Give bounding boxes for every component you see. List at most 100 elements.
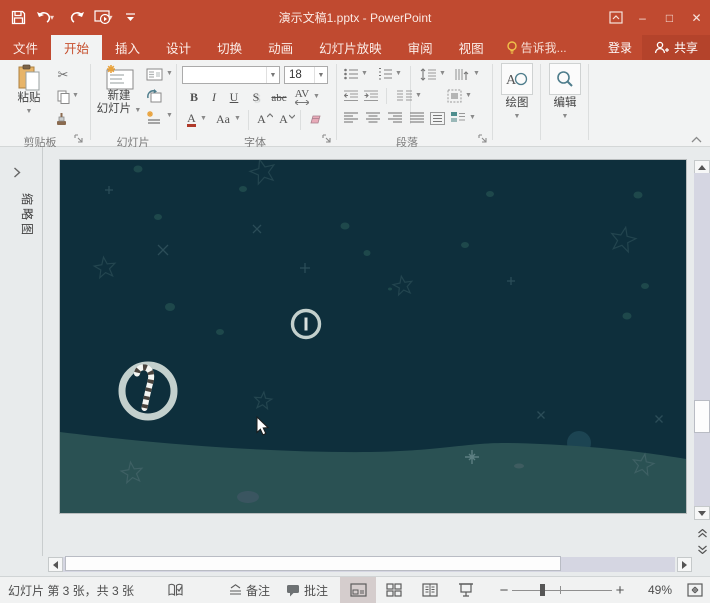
- tab-view[interactable]: 视图: [446, 35, 497, 60]
- strikethrough-button[interactable]: abc: [268, 89, 290, 106]
- font-size-combo[interactable]: 18 ▼: [284, 66, 328, 84]
- line-spacing-caret[interactable]: ▼: [439, 70, 446, 77]
- tab-insert[interactable]: 插入: [102, 35, 153, 60]
- text-direction-button[interactable]: [452, 66, 472, 82]
- scroll-left-button[interactable]: [48, 557, 63, 572]
- customize-qat-button[interactable]: [122, 6, 138, 30]
- bold-button[interactable]: B: [186, 89, 202, 106]
- bullets-caret[interactable]: ▼: [361, 70, 368, 77]
- slide-number-indicator[interactable]: 幻灯片 第 3 张，共 3 张: [0, 577, 142, 603]
- horizontal-scrollbar-thumb[interactable]: [65, 556, 561, 571]
- change-case-caret[interactable]: ▼: [234, 115, 241, 122]
- cut-button[interactable]: ✂: [54, 66, 72, 84]
- reading-view-button[interactable]: [412, 577, 448, 603]
- underline-button[interactable]: U: [226, 89, 242, 106]
- section-dropdown-caret[interactable]: ▼: [166, 112, 173, 119]
- fit-to-window-button[interactable]: [680, 577, 710, 603]
- collapse-ribbon-button[interactable]: [691, 136, 702, 143]
- font-size-dropdown[interactable]: ▼: [314, 67, 327, 83]
- text-direction-caret[interactable]: ▼: [473, 70, 480, 77]
- italic-button[interactable]: I: [206, 89, 222, 106]
- grow-font-button[interactable]: A: [256, 111, 274, 128]
- editing-group-button[interactable]: 编辑 ▼: [545, 63, 585, 123]
- justify-button[interactable]: [408, 110, 426, 126]
- editing-caret[interactable]: ▼: [562, 110, 569, 123]
- expand-pane-chevron-icon[interactable]: [13, 167, 21, 178]
- align-text-caret[interactable]: ▼: [465, 92, 472, 99]
- normal-view-button[interactable]: [340, 577, 376, 603]
- minimize-button[interactable]: –: [629, 4, 656, 31]
- scroll-up-button[interactable]: [694, 160, 710, 174]
- text-shadow-button[interactable]: S: [248, 89, 264, 106]
- new-slide-button[interactable]: 新建 幻灯片 ▼: [96, 64, 142, 117]
- tab-animations[interactable]: 动画: [255, 35, 306, 60]
- previous-slide-button[interactable]: [694, 526, 710, 540]
- columns-caret[interactable]: ▼: [415, 92, 422, 99]
- convert-smartart-caret[interactable]: ▼: [469, 114, 476, 121]
- reset-slide-button[interactable]: [144, 87, 164, 104]
- vertical-scrollbar-thumb[interactable]: [694, 400, 710, 433]
- drawing-caret[interactable]: ▼: [514, 110, 521, 123]
- align-left-button[interactable]: [342, 110, 360, 126]
- align-text-button[interactable]: [444, 88, 464, 104]
- close-button[interactable]: ✕: [683, 4, 710, 31]
- line-spacing-button[interactable]: [418, 66, 438, 82]
- character-spacing-caret[interactable]: ▼: [313, 93, 320, 100]
- ribbon-display-options-button[interactable]: [602, 4, 629, 31]
- section-button[interactable]: [144, 108, 164, 125]
- convert-smartart-button[interactable]: [448, 110, 468, 126]
- numbering-button[interactable]: [376, 66, 394, 82]
- clipboard-dialog-launcher[interactable]: [74, 134, 86, 146]
- numbering-caret[interactable]: ▼: [395, 70, 402, 77]
- zoom-percentage[interactable]: 49%: [628, 577, 680, 603]
- font-dialog-launcher[interactable]: [322, 134, 334, 146]
- drawing-group-button[interactable]: A 绘图 ▼: [497, 63, 537, 123]
- decrease-indent-button[interactable]: [342, 88, 360, 104]
- tab-design[interactable]: 设计: [153, 35, 204, 60]
- zoom-slider-thumb[interactable]: [540, 584, 545, 596]
- clear-formatting-button[interactable]: [306, 111, 324, 128]
- scroll-right-button[interactable]: [677, 557, 692, 572]
- redo-button[interactable]: [64, 6, 88, 30]
- scroll-down-button[interactable]: [694, 506, 710, 520]
- slideshow-dropdown-caret[interactable]: ▾: [109, 13, 117, 22]
- zoom-in-button[interactable]: +: [612, 577, 628, 603]
- align-center-button[interactable]: [364, 110, 382, 126]
- layout-dropdown-caret[interactable]: ▼: [166, 70, 173, 77]
- paragraph-dialog-launcher[interactable]: [478, 134, 490, 146]
- slide-sorter-view-button[interactable]: [376, 577, 412, 603]
- sign-in-button[interactable]: 登录: [598, 35, 642, 60]
- copy-dropdown-caret[interactable]: ▼: [72, 92, 79, 99]
- tab-file[interactable]: 文件: [0, 35, 51, 60]
- font-color-caret[interactable]: ▼: [200, 115, 207, 122]
- change-case-button[interactable]: Aa: [212, 111, 234, 128]
- shrink-font-button[interactable]: A: [278, 111, 296, 128]
- tab-slideshow[interactable]: 幻灯片放映: [306, 35, 395, 60]
- next-slide-button[interactable]: [694, 542, 710, 556]
- increase-indent-button[interactable]: [362, 88, 380, 104]
- start-slideshow-button[interactable]: ▾: [90, 6, 120, 30]
- bullets-button[interactable]: [342, 66, 360, 82]
- tell-me-box[interactable]: 告诉我...: [497, 35, 577, 60]
- tab-home[interactable]: 开始: [51, 35, 102, 60]
- slide-canvas[interactable]: [60, 160, 686, 513]
- slideshow-view-button[interactable]: [448, 577, 484, 603]
- tab-review[interactable]: 审阅: [395, 35, 446, 60]
- save-button[interactable]: [6, 6, 30, 30]
- notes-button[interactable]: 备注: [221, 577, 278, 603]
- distribute-button[interactable]: [428, 110, 446, 126]
- columns-button[interactable]: [394, 88, 414, 104]
- comments-button[interactable]: 批注: [278, 577, 336, 603]
- undo-dropdown-caret[interactable]: ▾: [50, 13, 58, 22]
- spell-check-button[interactable]: [160, 577, 191, 603]
- tab-transitions[interactable]: 切换: [204, 35, 255, 60]
- paste-button[interactable]: 粘贴 ▼: [8, 64, 50, 118]
- copy-button[interactable]: [54, 88, 72, 106]
- align-right-button[interactable]: [386, 110, 404, 126]
- share-button[interactable]: 共享: [642, 35, 710, 60]
- vertical-scrollbar-track[interactable]: [694, 173, 710, 506]
- paste-dropdown-caret[interactable]: ▼: [26, 105, 33, 118]
- format-painter-button[interactable]: [54, 110, 72, 128]
- font-name-combo[interactable]: ▼: [182, 66, 280, 84]
- maximize-button[interactable]: □: [656, 4, 683, 31]
